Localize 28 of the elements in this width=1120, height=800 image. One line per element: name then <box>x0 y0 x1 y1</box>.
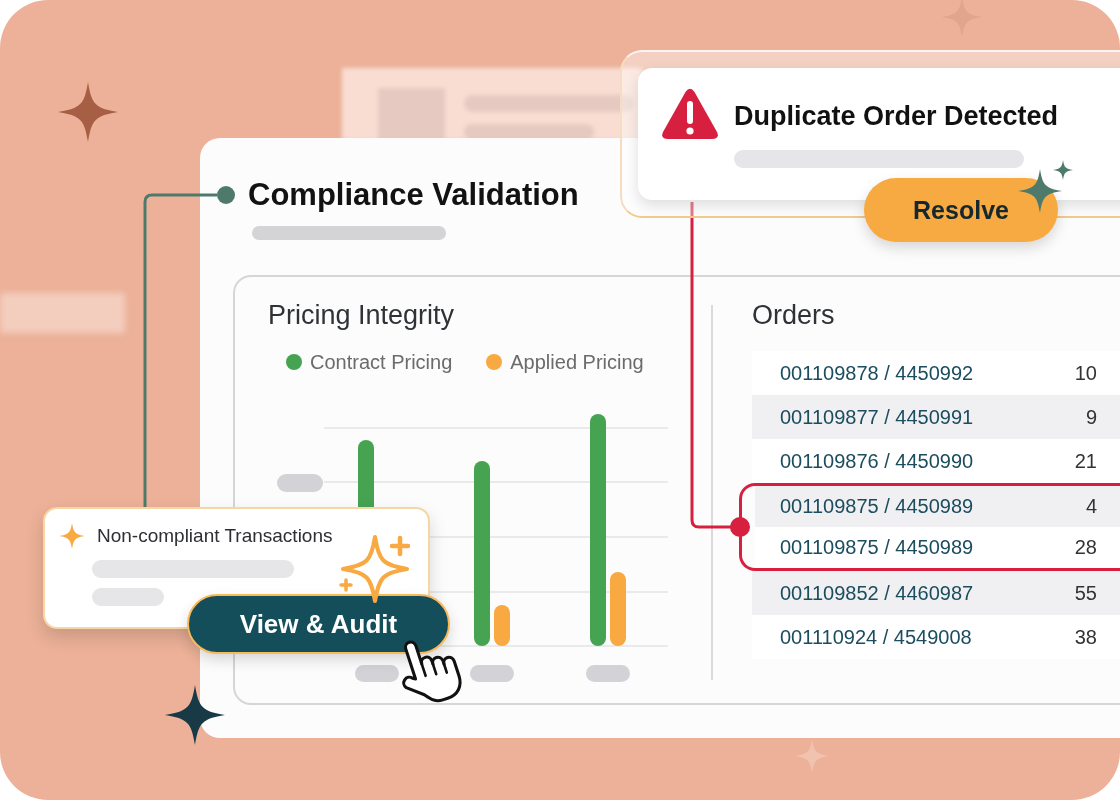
quantity-text: 55 <box>1074 581 1097 605</box>
order-ids-text: 001109876 / 4450990 <box>780 449 974 473</box>
quantity-text: 28 <box>1074 536 1097 559</box>
card-title: Compliance Validation <box>248 176 579 214</box>
resolve-button[interactable]: Resolve <box>864 178 1058 242</box>
warning-icon <box>662 88 718 140</box>
order-ids-text: 001110924 / 4549008 <box>780 625 972 649</box>
order-ids-text: 001109877 / 4450991 <box>780 405 974 429</box>
quantity-text: 4 <box>1085 495 1097 518</box>
order-ids-text: 001109878 / 4450992 <box>780 361 974 385</box>
alert-title: Duplicate Order Detected <box>734 100 1059 132</box>
order-ids-text: 001109852 / 4460987 <box>780 581 974 605</box>
sparkle-icon <box>58 82 118 142</box>
legend-label: Applied Pricing <box>510 350 644 374</box>
quantity-text: 21 <box>1074 449 1097 473</box>
sparkle-icon <box>59 523 85 549</box>
quantity-text: 10 <box>1074 361 1097 385</box>
legend-label: Contract Pricing <box>310 350 453 374</box>
skeleton-line <box>92 588 164 606</box>
node-dot-icon <box>217 186 235 204</box>
quantity-text: 38 <box>1074 625 1097 649</box>
section-title: Pricing Integrity <box>268 299 456 331</box>
section-title: Orders <box>752 299 836 331</box>
order-ids-text: 001109875 / 4450989 <box>780 495 974 518</box>
quantity-text: 9 <box>1085 405 1097 429</box>
sparkle-icon <box>165 685 225 745</box>
order-ids-text: 001109875 / 4450989 <box>780 536 974 559</box>
sparkle-icon <box>795 739 829 773</box>
